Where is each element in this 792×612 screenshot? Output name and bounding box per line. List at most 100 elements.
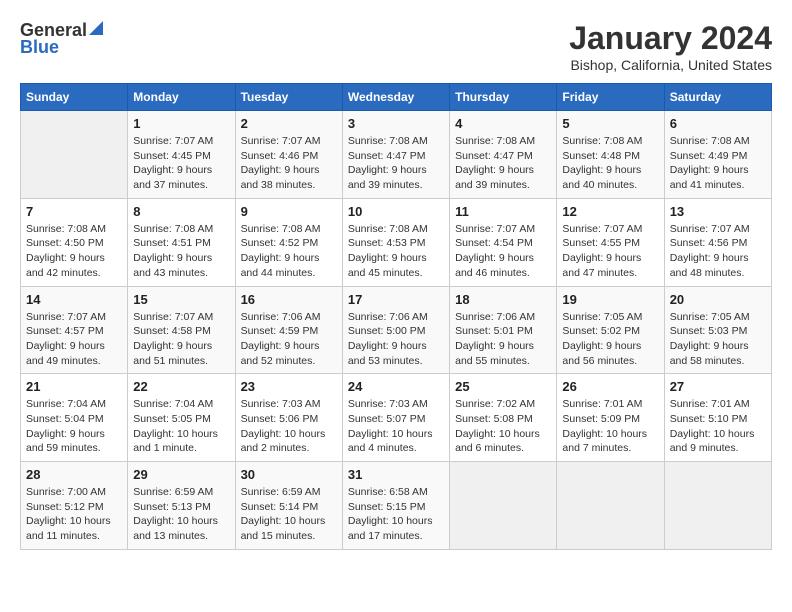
calendar-cell: [450, 462, 557, 550]
day-number: 25: [455, 379, 551, 394]
calendar-cell: 6 Sunrise: 7:08 AM Sunset: 4:49 PM Daylig…: [664, 111, 771, 199]
day-info: Sunrise: 7:02 AM Sunset: 5:08 PM Dayligh…: [455, 397, 551, 456]
day-number: 10: [348, 204, 444, 219]
day-number: 6: [670, 116, 766, 131]
day-number: 22: [133, 379, 229, 394]
day-number: 4: [455, 116, 551, 131]
day-info: Sunrise: 7:08 AM Sunset: 4:47 PM Dayligh…: [455, 134, 551, 193]
calendar-cell: [21, 111, 128, 199]
calendar-cell: 19 Sunrise: 7:05 AM Sunset: 5:02 PM Dayli…: [557, 286, 664, 374]
calendar-cell: 15Sunrise: 7:07 AM Sunset: 4:58 PM Dayli…: [128, 286, 235, 374]
day-number: 17: [348, 292, 444, 307]
day-info: Sunrise: 7:06 AM Sunset: 4:59 PM Dayligh…: [241, 310, 337, 369]
header-thursday: Thursday: [450, 84, 557, 111]
day-info: Sunrise: 7:01 AM Sunset: 5:09 PM Dayligh…: [562, 397, 658, 456]
calendar-cell: 25 Sunrise: 7:02 AM Sunset: 5:08 PM Dayli…: [450, 374, 557, 462]
day-number: 7: [26, 204, 122, 219]
day-number: 1: [133, 116, 229, 131]
week-row-4: 21 Sunrise: 7:04 AM Sunset: 5:04 PM Dayli…: [21, 374, 772, 462]
calendar-cell: [664, 462, 771, 550]
day-number: 2: [241, 116, 337, 131]
header-wednesday: Wednesday: [342, 84, 449, 111]
day-info: Sunrise: 7:04 AM Sunset: 5:04 PM Dayligh…: [26, 397, 122, 456]
week-row-5: 28 Sunrise: 7:00 AM Sunset: 5:12 PM Dayli…: [21, 462, 772, 550]
calendar-cell: [557, 462, 664, 550]
calendar-cell: 3Sunrise: 7:08 AM Sunset: 4:47 PM Daylig…: [342, 111, 449, 199]
day-number: 21: [26, 379, 122, 394]
calendar-cell: 10 Sunrise: 7:08 AM Sunset: 4:53 PM Dayli…: [342, 198, 449, 286]
day-info: Sunrise: 7:07 AM Sunset: 4:54 PM Dayligh…: [455, 222, 551, 281]
day-info: Sunrise: 7:07 AM Sunset: 4:55 PM Dayligh…: [562, 222, 658, 281]
calendar-cell: 27Sunrise: 7:01 AM Sunset: 5:10 PM Dayli…: [664, 374, 771, 462]
calendar-cell: 18 Sunrise: 7:06 AM Sunset: 5:01 PM Dayli…: [450, 286, 557, 374]
day-info: Sunrise: 7:08 AM Sunset: 4:51 PM Dayligh…: [133, 222, 229, 281]
day-info: Sunrise: 6:58 AM Sunset: 5:15 PM Dayligh…: [348, 485, 444, 544]
day-info: Sunrise: 7:07 AM Sunset: 4:56 PM Dayligh…: [670, 222, 766, 281]
calendar-cell: 2 Sunrise: 7:07 AM Sunset: 4:46 PM Daylig…: [235, 111, 342, 199]
day-info: Sunrise: 7:05 AM Sunset: 5:02 PM Dayligh…: [562, 310, 658, 369]
day-info: Sunrise: 7:06 AM Sunset: 5:01 PM Dayligh…: [455, 310, 551, 369]
calendar-header-row: SundayMondayTuesdayWednesdayThursdayFrid…: [21, 84, 772, 111]
day-number: 18: [455, 292, 551, 307]
day-number: 24: [348, 379, 444, 394]
logo-blue-text: Blue: [20, 37, 59, 58]
logo: General Blue: [20, 20, 103, 58]
day-info: Sunrise: 7:00 AM Sunset: 5:12 PM Dayligh…: [26, 485, 122, 544]
day-number: 8: [133, 204, 229, 219]
day-info: Sunrise: 7:03 AM Sunset: 5:07 PM Dayligh…: [348, 397, 444, 456]
day-info: Sunrise: 7:08 AM Sunset: 4:49 PM Dayligh…: [670, 134, 766, 193]
day-number: 29: [133, 467, 229, 482]
calendar-cell: 8 Sunrise: 7:08 AM Sunset: 4:51 PM Daylig…: [128, 198, 235, 286]
day-number: 9: [241, 204, 337, 219]
day-number: 20: [670, 292, 766, 307]
day-info: Sunrise: 7:07 AM Sunset: 4:57 PM Dayligh…: [26, 310, 122, 369]
calendar-cell: 16 Sunrise: 7:06 AM Sunset: 4:59 PM Dayli…: [235, 286, 342, 374]
calendar-cell: 9 Sunrise: 7:08 AM Sunset: 4:52 PM Daylig…: [235, 198, 342, 286]
week-row-3: 14 Sunrise: 7:07 AM Sunset: 4:57 PM Dayli…: [21, 286, 772, 374]
calendar-cell: 28 Sunrise: 7:00 AM Sunset: 5:12 PM Dayli…: [21, 462, 128, 550]
calendar-cell: 1 Sunrise: 7:07 AM Sunset: 4:45 PM Daylig…: [128, 111, 235, 199]
page-header: General Blue January 2024 Bishop, Califo…: [20, 20, 772, 73]
calendar-table: SundayMondayTuesdayWednesdayThursdayFrid…: [20, 83, 772, 550]
calendar-cell: 31 Sunrise: 6:58 AM Sunset: 5:15 PM Dayli…: [342, 462, 449, 550]
header-sunday: Sunday: [21, 84, 128, 111]
day-number: 12: [562, 204, 658, 219]
calendar-cell: 21 Sunrise: 7:04 AM Sunset: 5:04 PM Dayli…: [21, 374, 128, 462]
calendar-cell: 13 Sunrise: 7:07 AM Sunset: 4:56 PM Dayli…: [664, 198, 771, 286]
day-number: 16: [241, 292, 337, 307]
day-number: 15: [133, 292, 229, 307]
calendar-cell: 12 Sunrise: 7:07 AM Sunset: 4:55 PM Dayli…: [557, 198, 664, 286]
calendar-cell: 17Sunrise: 7:06 AM Sunset: 5:00 PM Dayli…: [342, 286, 449, 374]
page-subtitle: Bishop, California, United States: [569, 57, 772, 73]
day-info: Sunrise: 7:08 AM Sunset: 4:52 PM Dayligh…: [241, 222, 337, 281]
header-saturday: Saturday: [664, 84, 771, 111]
calendar-cell: 23 Sunrise: 7:03 AM Sunset: 5:06 PM Dayli…: [235, 374, 342, 462]
calendar-cell: 30Sunrise: 6:59 AM Sunset: 5:14 PM Dayli…: [235, 462, 342, 550]
day-number: 14: [26, 292, 122, 307]
day-number: 5: [562, 116, 658, 131]
day-number: 30: [241, 467, 337, 482]
day-info: Sunrise: 7:01 AM Sunset: 5:10 PM Dayligh…: [670, 397, 766, 456]
day-info: Sunrise: 7:07 AM Sunset: 4:46 PM Dayligh…: [241, 134, 337, 193]
day-number: 31: [348, 467, 444, 482]
day-number: 23: [241, 379, 337, 394]
logo-arrow-icon: [89, 21, 103, 40]
calendar-cell: 24 Sunrise: 7:03 AM Sunset: 5:07 PM Dayli…: [342, 374, 449, 462]
calendar-cell: 22Sunrise: 7:04 AM Sunset: 5:05 PM Dayli…: [128, 374, 235, 462]
day-number: 28: [26, 467, 122, 482]
header-friday: Friday: [557, 84, 664, 111]
day-number: 26: [562, 379, 658, 394]
calendar-cell: 5 Sunrise: 7:08 AM Sunset: 4:48 PM Daylig…: [557, 111, 664, 199]
header-tuesday: Tuesday: [235, 84, 342, 111]
day-info: Sunrise: 7:08 AM Sunset: 4:53 PM Dayligh…: [348, 222, 444, 281]
week-row-2: 7Sunrise: 7:08 AM Sunset: 4:50 PM Daylig…: [21, 198, 772, 286]
day-number: 19: [562, 292, 658, 307]
day-info: Sunrise: 7:07 AM Sunset: 4:45 PM Dayligh…: [133, 134, 229, 193]
page-title: January 2024: [569, 20, 772, 57]
day-info: Sunrise: 6:59 AM Sunset: 5:13 PM Dayligh…: [133, 485, 229, 544]
day-number: 3: [348, 116, 444, 131]
day-info: Sunrise: 7:03 AM Sunset: 5:06 PM Dayligh…: [241, 397, 337, 456]
day-info: Sunrise: 7:08 AM Sunset: 4:48 PM Dayligh…: [562, 134, 658, 193]
header-monday: Monday: [128, 84, 235, 111]
day-number: 13: [670, 204, 766, 219]
